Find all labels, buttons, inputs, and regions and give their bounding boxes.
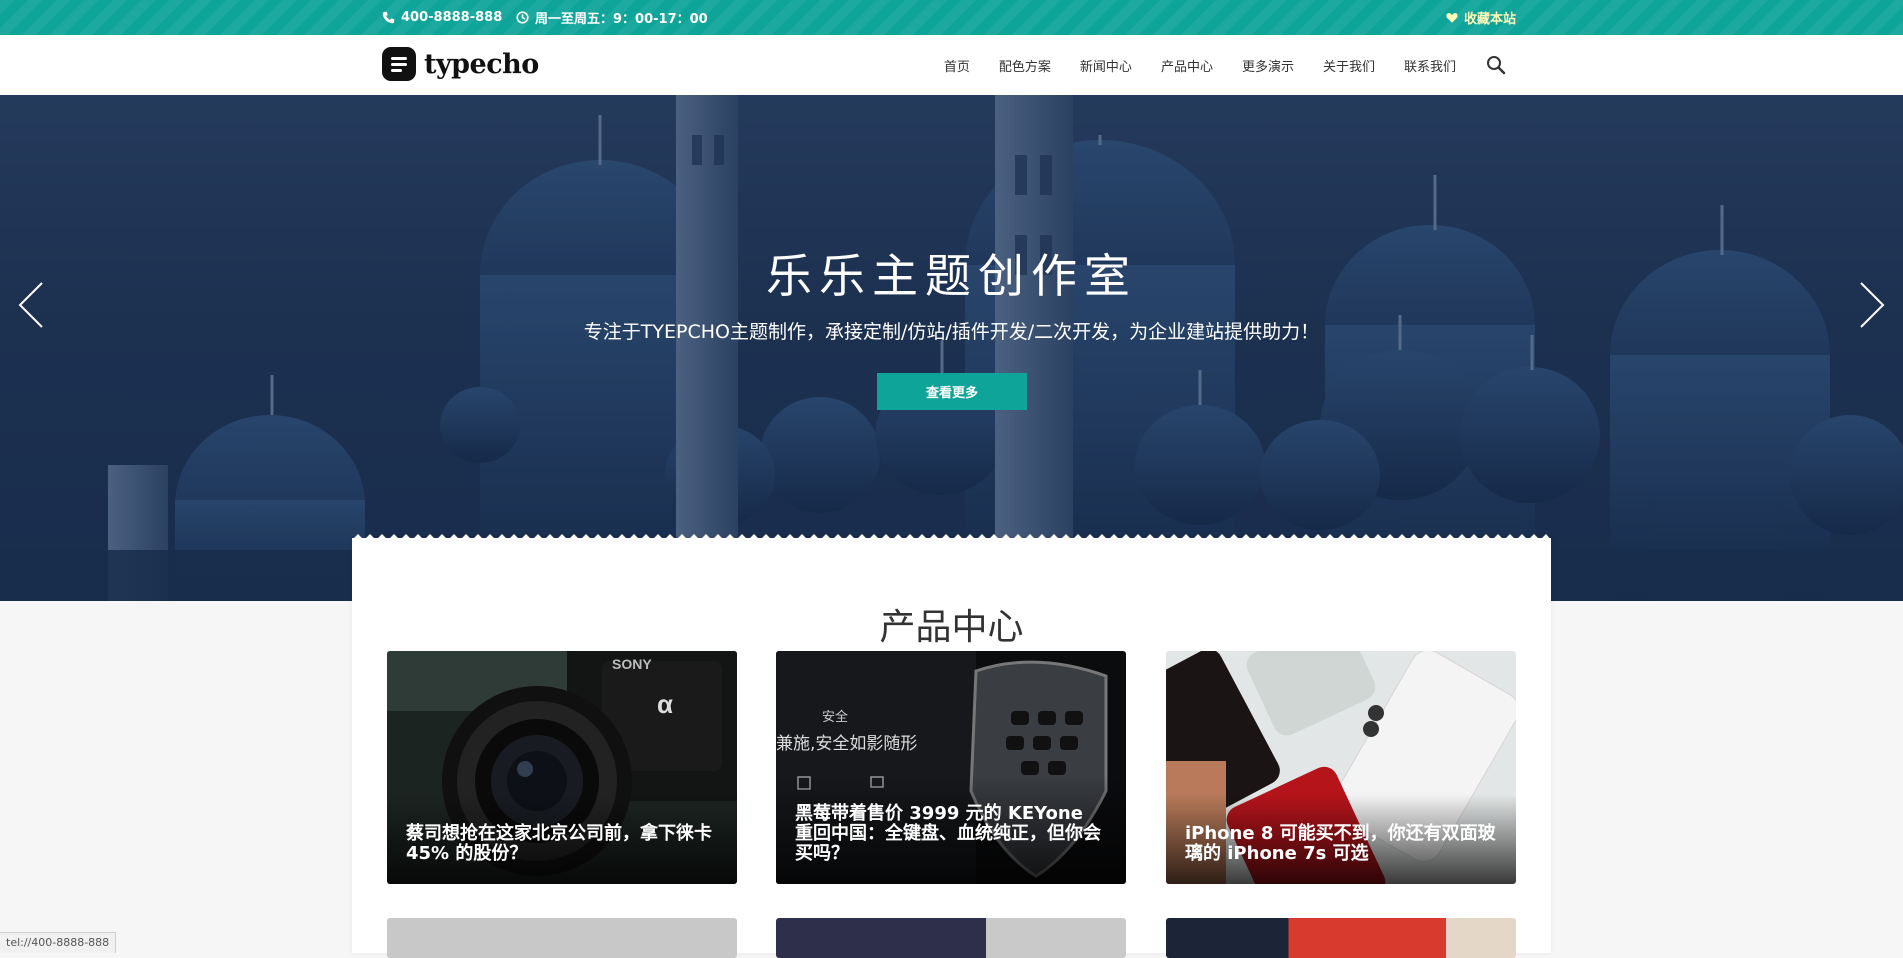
product-card[interactable]: α SONY 蔡司想抢在这家北京公司前，拿下徕卡 45% 的股份？ [387,651,737,884]
main-nav: 首页 配色方案 新闻中心 产品中心 更多演示 关于我们 联系我们 [944,35,1456,95]
nav-item-color-schemes[interactable]: 配色方案 [999,56,1051,75]
hours-text: 周一至周五：9：00-17：00 [535,12,708,27]
nav-item-products[interactable]: 产品中心 [1161,56,1213,75]
nav-item-more-demos[interactable]: 更多演示 [1242,56,1294,75]
card-image [776,918,1126,958]
product-card[interactable] [1166,918,1516,958]
product-card[interactable]: 安全 兼施,安全如影随形 黑莓带着售价 3999 元的 KEYone 重回中国：… [776,651,1126,884]
phone-link[interactable]: 400-8888-888 [382,0,502,35]
site-logo[interactable]: typecho [382,46,539,82]
slider-next-button[interactable] [1851,275,1891,335]
view-more-button[interactable]: 查看更多 [877,373,1027,410]
logo-text: typecho [424,48,539,80]
site-header: typecho 首页 配色方案 新闻中心 产品中心 更多演示 关于我们 联系我们 [0,35,1903,96]
favorite-label: 收藏本站 [1463,12,1516,27]
card-image [1166,918,1516,958]
top-bar: 400-8888-888 周一至周五：9：00-17：00 收藏本站 [0,0,1903,35]
hero-subtitle: 专注于TYEPCHO主题制作，承接定制/仿站/插件开发/二次开发，为企业建站提供… [583,321,1320,343]
clock-icon [516,11,529,24]
mosque-background-image [0,95,1903,601]
phone-icon [382,11,395,24]
chevron-left-icon [18,282,43,328]
section-title: 产品中心 [879,606,1024,648]
search-button[interactable] [1486,55,1508,77]
favorite-link[interactable]: 收藏本站 [1446,0,1516,35]
hero-title: 乐乐主题创作室 [766,249,1137,303]
card-caption: 黑莓带着售价 3999 元的 KEYone 重回中国：全键盘、血统纯正，但你会买… [795,803,1101,864]
svg-text:α: α [657,689,673,719]
card-image [387,918,737,958]
card-image-text: 兼施,安全如影随形 [776,734,917,754]
slider-prev-button[interactable] [12,275,52,335]
phone-number: 400-8888-888 [401,10,503,25]
card-caption: 蔡司想抢在这家北京公司前，拿下徕卡 45% 的股份？ [406,823,712,864]
product-card[interactable] [387,918,737,958]
logo-mark-icon [382,47,416,81]
heart-icon [1446,13,1458,23]
card-image-text: 安全 [822,709,848,725]
browser-status-bar: tel://400-8888-888 [0,932,117,953]
hero-slider: 乐乐主题创作室 专注于TYEPCHO主题制作，承接定制/仿站/插件开发/二次开发… [0,95,1903,601]
nav-item-news[interactable]: 新闻中心 [1080,56,1132,75]
nav-item-home[interactable]: 首页 [944,56,970,75]
search-icon [1487,56,1506,75]
card-caption: iPhone 8 可能买不到，你还有双面玻璃的 iPhone 7s 可选 [1185,823,1496,864]
product-card[interactable]: iPhone 8 可能买不到，你还有双面玻璃的 iPhone 7s 可选 [1166,651,1516,884]
chevron-right-icon [1860,282,1885,328]
nav-item-about[interactable]: 关于我们 [1323,56,1375,75]
product-card[interactable] [776,918,1126,958]
product-section: 产品中心 α SONY 蔡司想抢在这家北京公司前，拿下徕卡 45% 的股份？ 安… [352,538,1551,958]
nav-item-contact[interactable]: 联系我们 [1404,56,1456,75]
svg-text:SONY: SONY [612,656,652,672]
business-hours: 周一至周五：9：00-17：00 [516,0,708,35]
